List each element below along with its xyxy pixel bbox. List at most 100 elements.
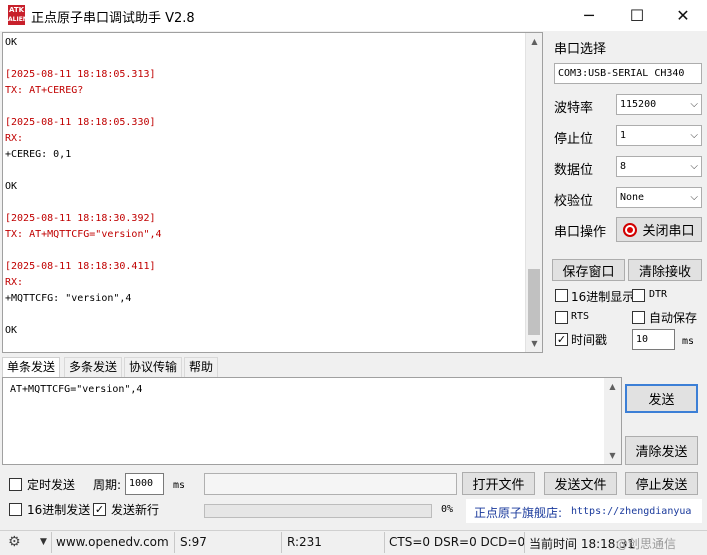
open-file-button[interactable]: 打开文件 bbox=[462, 472, 535, 495]
send-newline-label: 发送新行 bbox=[111, 503, 160, 517]
receive-line: [2025-08-11 18:18:05.330] bbox=[5, 117, 156, 128]
timed-send-checkbox[interactable] bbox=[9, 478, 22, 491]
chevron-down-icon: ⌵ bbox=[690, 99, 698, 110]
close-button[interactable]: ✕ bbox=[660, 0, 706, 31]
file-path-input[interactable] bbox=[204, 473, 457, 495]
auto-save-checkbox[interactable] bbox=[632, 311, 645, 324]
window-title: 正点原子串口调试助手 V2.8 bbox=[31, 11, 195, 26]
rts-label: RTS bbox=[571, 311, 590, 322]
scroll-down-icon[interactable]: ▼ bbox=[604, 447, 621, 464]
rts-checkbox[interactable] bbox=[555, 311, 568, 324]
timed-send-label: 定时发送 bbox=[27, 478, 76, 492]
receive-line: [2025-08-11 18:18:30.411] bbox=[5, 261, 156, 272]
status-separator bbox=[524, 532, 525, 553]
website-link[interactable]: www.openedv.com bbox=[56, 535, 169, 549]
hex-send-checkbox[interactable] bbox=[9, 503, 22, 516]
status-separator bbox=[174, 532, 175, 553]
timestamp-label: 时间戳 bbox=[571, 333, 608, 347]
minimize-icon: ─ bbox=[584, 6, 594, 25]
scroll-down-icon[interactable]: ▼ bbox=[526, 335, 543, 352]
receive-line: [2025-08-11 18:18:05.313] bbox=[5, 69, 156, 80]
receive-line bbox=[5, 163, 524, 179]
chevron-down-icon: ⌵ bbox=[690, 161, 698, 172]
settings-gear-icon[interactable]: ⚙ bbox=[8, 534, 21, 550]
stop-bits-value: 1 bbox=[620, 130, 627, 141]
send-file-button[interactable]: 发送文件 bbox=[544, 472, 617, 495]
scroll-up-icon[interactable]: ▲ bbox=[526, 33, 543, 50]
send-scrollbar[interactable]: ▲ ▼ bbox=[604, 378, 621, 464]
timestamp-ms-input[interactable]: 10 bbox=[632, 329, 675, 350]
send-input[interactable]: AT+MQTTCFG="version",4 ▲ ▼ bbox=[2, 377, 622, 465]
port-status-icon bbox=[623, 222, 638, 237]
parity-value: None bbox=[620, 192, 645, 203]
receive-line bbox=[5, 51, 524, 67]
maximize-button[interactable]: ☐ bbox=[614, 0, 660, 31]
baud-value: 115200 bbox=[620, 99, 657, 110]
chevron-down-icon: ⌵ bbox=[690, 130, 698, 141]
status-separator bbox=[51, 532, 52, 553]
send-progress-bar bbox=[204, 504, 432, 518]
maximize-icon: ☐ bbox=[629, 6, 645, 25]
tab-help[interactable]: 帮助 bbox=[184, 357, 219, 378]
tab-single-send[interactable]: 单条发送 bbox=[2, 357, 61, 379]
receive-text: OK [2025-08-11 18:18:05.313] TX: AT+CEREG?… bbox=[5, 35, 524, 352]
status-separator bbox=[384, 532, 385, 553]
baud-select[interactable]: 115200 ⌵ bbox=[616, 94, 702, 115]
baud-label: 波特率 bbox=[554, 101, 594, 116]
send-button[interactable]: 发送 bbox=[625, 384, 698, 413]
receive-scrollbar[interactable]: ▲ ▼ bbox=[525, 33, 542, 352]
received-count: R:231 bbox=[287, 535, 322, 549]
stop-bits-select[interactable]: 1 ⌵ bbox=[616, 125, 702, 146]
stop-bits-label: 停止位 bbox=[554, 132, 594, 147]
parity-label: 校验位 bbox=[554, 194, 594, 209]
receive-line: RX: bbox=[5, 277, 24, 288]
port-select-label: 串口选择 bbox=[554, 42, 607, 57]
dtr-checkbox[interactable] bbox=[632, 289, 645, 302]
chevron-down-icon: ⌵ bbox=[690, 192, 698, 203]
watermark: @创思通信 bbox=[616, 537, 677, 551]
receive-line bbox=[5, 243, 524, 259]
receive-line bbox=[5, 195, 524, 211]
send-newline-checkbox[interactable] bbox=[93, 503, 106, 516]
tab-protocol[interactable]: 协议传输 bbox=[124, 357, 183, 378]
modem-signals: CTS=0 DSR=0 DCD=0 bbox=[389, 535, 526, 549]
data-bits-label: 数据位 bbox=[554, 163, 594, 178]
receive-line: [2025-08-11 18:18:30.392] bbox=[5, 213, 156, 224]
stop-send-button[interactable]: 停止发送 bbox=[625, 472, 698, 495]
receive-line: +MQTTCFG: "version",4 bbox=[5, 293, 132, 304]
receive-line: TX: AT+MQTTCFG="version",4 bbox=[5, 229, 162, 240]
receive-line bbox=[5, 99, 524, 115]
period-input[interactable]: 1000 bbox=[125, 473, 164, 495]
data-bits-select[interactable]: 8 ⌵ bbox=[616, 156, 702, 177]
clear-send-button[interactable]: 清除发送 bbox=[625, 436, 698, 465]
status-separator bbox=[281, 532, 282, 553]
app-logo-icon: ATK ALIEN bbox=[8, 5, 28, 25]
store-url-link[interactable]: https://zhengdianyua bbox=[571, 506, 691, 517]
auto-save-label: 自动保存 bbox=[649, 311, 698, 325]
scroll-up-icon[interactable]: ▲ bbox=[604, 378, 621, 395]
clear-receive-button[interactable]: 清除接收 bbox=[628, 259, 702, 281]
port-select[interactable]: COM3:USB-SERIAL CH340 bbox=[554, 63, 702, 84]
receive-line: TX: AT+CEREG? bbox=[5, 85, 84, 96]
tab-multi-send[interactable]: 多条发送 bbox=[64, 357, 123, 378]
close-port-button[interactable]: 关闭串口 bbox=[616, 217, 702, 242]
scroll-thumb[interactable] bbox=[528, 269, 540, 335]
receive-line: OK bbox=[5, 181, 18, 192]
receive-area[interactable]: OK [2025-08-11 18:18:05.313] TX: AT+CEREG?… bbox=[2, 32, 543, 353]
receive-line: +CEREG: 0,1 bbox=[5, 149, 72, 160]
minimize-button[interactable]: ─ bbox=[566, 0, 612, 31]
receive-line: OK bbox=[5, 37, 18, 48]
close-icon: ✕ bbox=[676, 6, 690, 25]
timestamp-checkbox[interactable] bbox=[555, 333, 568, 346]
send-text: AT+MQTTCFG="version",4 bbox=[10, 384, 143, 395]
settings-dropdown-icon[interactable]: ▼ bbox=[40, 537, 47, 547]
receive-line bbox=[5, 307, 524, 323]
save-window-button[interactable]: 保存窗口 bbox=[552, 259, 625, 281]
dtr-label: DTR bbox=[649, 289, 668, 300]
parity-select[interactable]: None ⌵ bbox=[616, 187, 702, 208]
timestamp-ms-unit: ms bbox=[682, 336, 695, 347]
period-label: 周期: bbox=[93, 478, 122, 492]
hex-display-checkbox[interactable] bbox=[555, 289, 568, 302]
close-port-label: 关闭串口 bbox=[642, 224, 695, 239]
period-unit: ms bbox=[173, 480, 186, 491]
